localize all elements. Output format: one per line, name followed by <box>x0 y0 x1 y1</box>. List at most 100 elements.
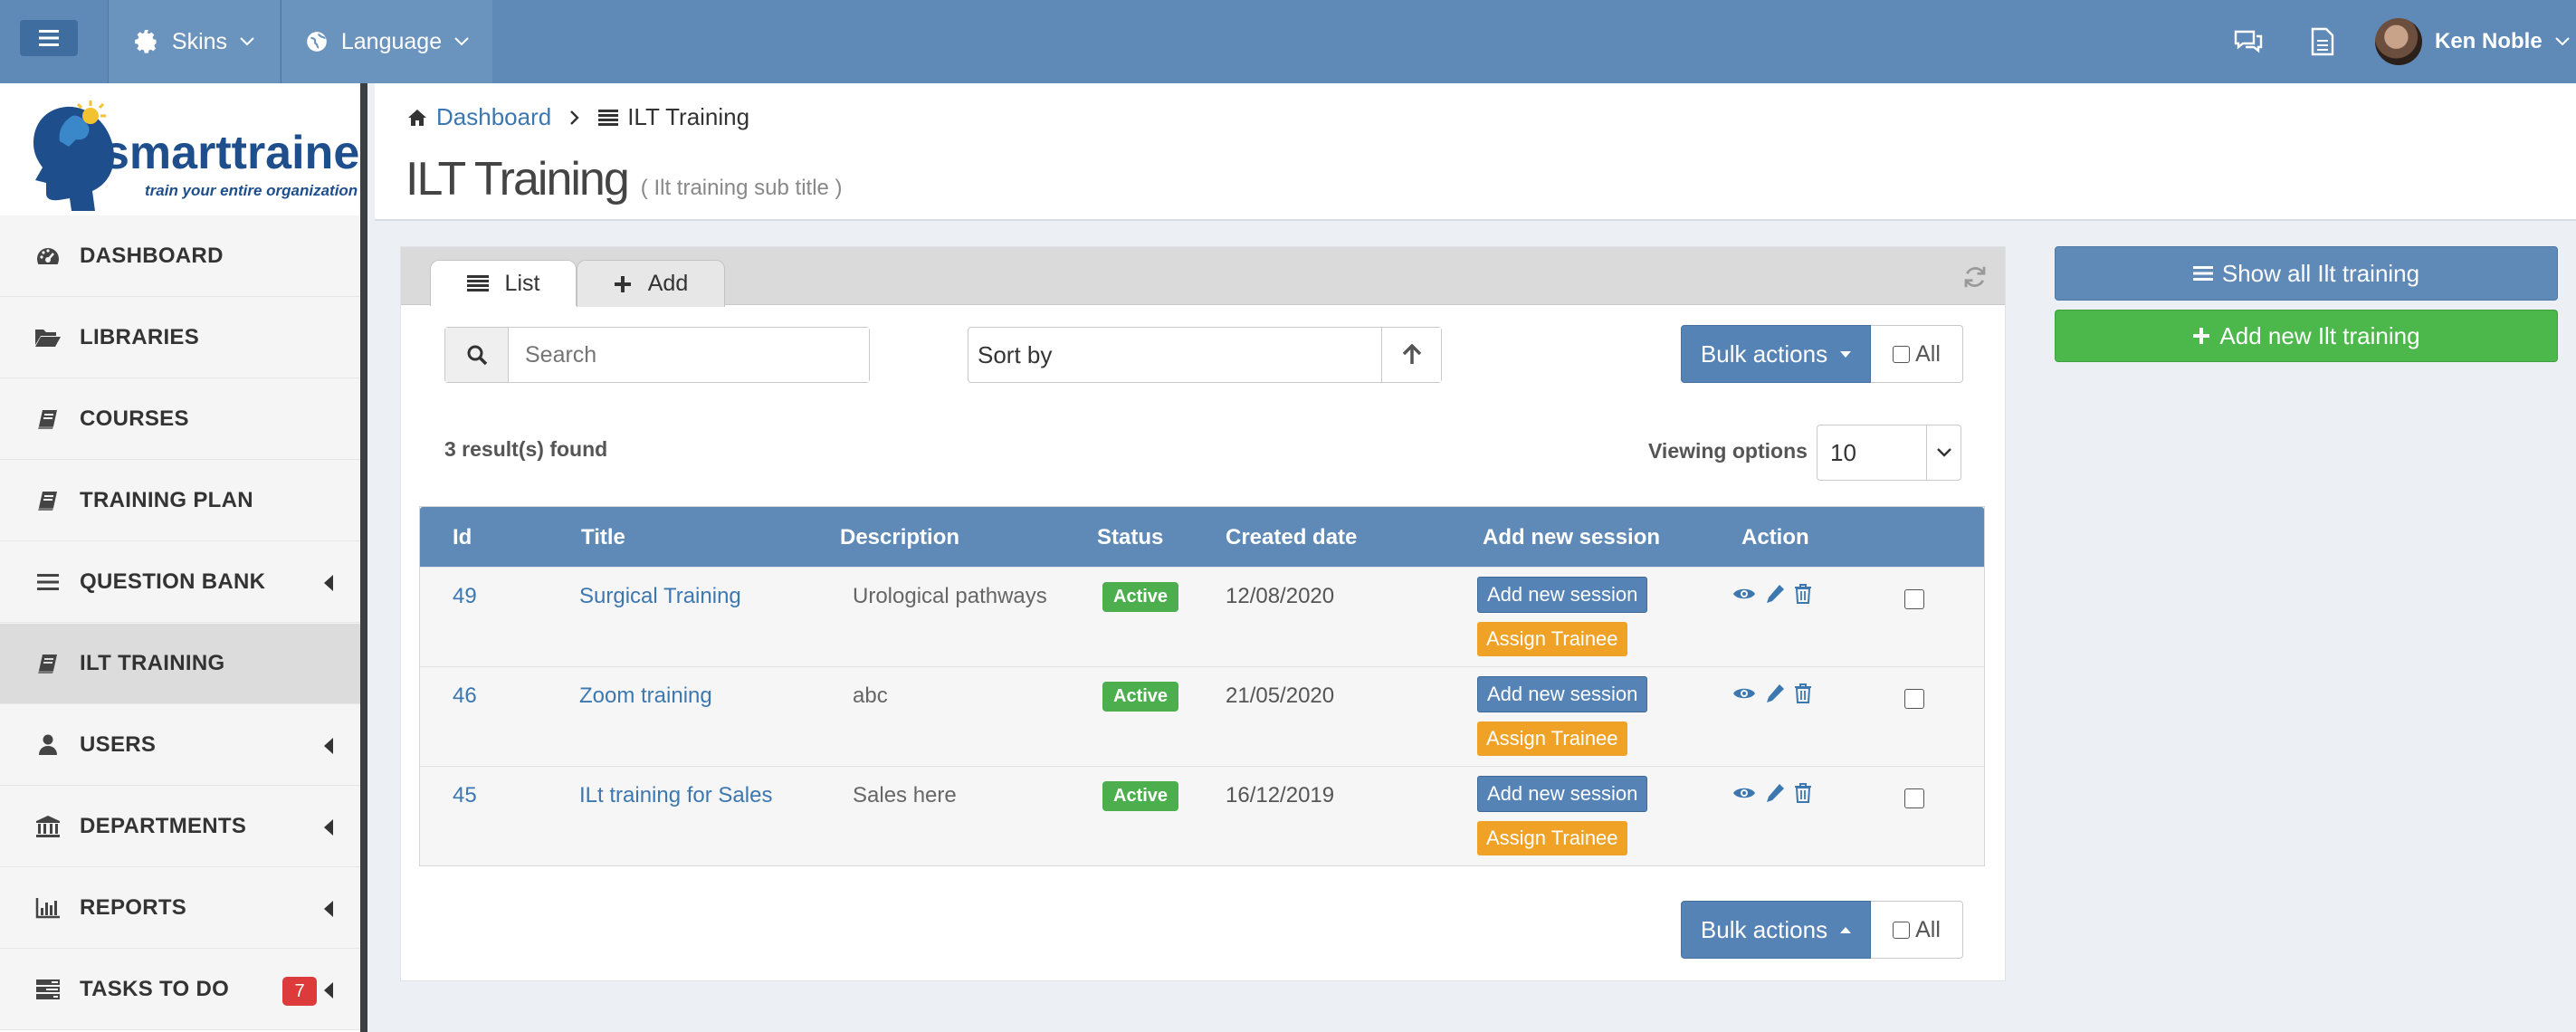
column-header-description: Description <box>840 525 960 549</box>
add-new-label: Add new Ilt training <box>2219 321 2420 349</box>
search-input[interactable] <box>509 328 869 382</box>
delete-trash-icon[interactable] <box>1794 584 1812 604</box>
row-id-link[interactable]: 46 <box>453 683 477 709</box>
page-subtitle: ( Ilt training sub title ) <box>640 176 843 200</box>
page-title: ILT Training ( Ilt training sub title ) <box>405 152 843 206</box>
skins-label: Skins <box>171 28 228 54</box>
sort-direction-button[interactable] <box>1381 328 1441 382</box>
book-icon <box>34 408 62 430</box>
book-icon <box>34 653 62 674</box>
refresh-button[interactable] <box>1961 263 1990 292</box>
row-select-checkbox[interactable] <box>1904 589 1924 609</box>
sidebar-item-ilt-training[interactable]: ILT TRAINING <box>0 623 360 704</box>
edit-pencil-icon[interactable] <box>1765 683 1785 703</box>
sidebar-item-training-plan[interactable]: TRAINING PLAN <box>0 460 360 541</box>
bulk-actions-top: Bulk actions All <box>1681 325 1963 383</box>
add-new-ilt-training-button[interactable]: Add new Ilt training <box>2055 310 2558 362</box>
tab-list[interactable]: List <box>430 260 577 306</box>
bulk-actions-button[interactable]: Bulk actions <box>1681 325 1871 383</box>
add-new-session-button[interactable]: Add new session <box>1477 676 1648 712</box>
sidebar-item-label: LIBRARIES <box>80 325 200 349</box>
row-title-link[interactable]: ILt training for Sales <box>579 783 772 808</box>
tab-add[interactable]: Add <box>577 260 725 307</box>
sidebar-toggle-button[interactable] <box>20 20 78 56</box>
per-page-dropdown-button[interactable] <box>1926 425 1961 480</box>
content-header: Dashboard ILT Training ILT Training ( Il… <box>375 83 2576 221</box>
plus-icon <box>2193 328 2210 344</box>
sidebar-item-label: TASKS TO DO <box>80 977 230 1001</box>
skins-menu[interactable]: Skins <box>108 0 280 83</box>
row-select-checkbox[interactable] <box>1904 689 1924 709</box>
add-new-session-button[interactable]: Add new session <box>1477 776 1648 812</box>
user-menu[interactable]: Ken Noble <box>2375 16 2570 67</box>
bulk-actions-button[interactable]: Bulk actions <box>1681 901 1871 959</box>
row-actions <box>1732 783 1812 803</box>
refresh-icon <box>1964 266 1986 288</box>
caret-up-icon <box>1840 926 1852 933</box>
user-name: Ken Noble <box>2435 29 2543 53</box>
row-description: Urological pathways <box>853 584 1047 608</box>
breadcrumb-current: ILT Training <box>627 103 750 130</box>
delete-trash-icon[interactable] <box>1794 683 1812 703</box>
add-new-session-button[interactable]: Add new session <box>1477 577 1648 613</box>
view-eye-icon[interactable] <box>1732 685 1756 702</box>
logo[interactable]: smarttrainer train your entire organizat… <box>16 96 377 214</box>
messages-button[interactable] <box>2227 20 2270 63</box>
search-button[interactable] <box>445 328 509 382</box>
list-icon <box>598 109 619 126</box>
sidebar-item-users[interactable]: USERS <box>0 704 360 786</box>
caret-left-icon <box>324 819 333 836</box>
bulk-actions-label: Bulk actions <box>1700 915 1828 943</box>
assign-trainee-button[interactable]: Assign Trainee <box>1477 622 1627 656</box>
row-title-link[interactable]: Zoom training <box>579 683 712 709</box>
sidebar-item-libraries[interactable]: LIBRARIES <box>0 297 360 378</box>
assign-trainee-button[interactable]: Assign Trainee <box>1477 721 1627 756</box>
sidebar-item-question-bank[interactable]: QUESTION BANK <box>0 541 360 623</box>
row-select-checkbox[interactable] <box>1904 788 1924 808</box>
view-eye-icon[interactable] <box>1732 586 1756 602</box>
row-id-link[interactable]: 45 <box>453 783 477 808</box>
globe-icon <box>307 32 327 52</box>
chevron-right-icon <box>570 110 579 125</box>
chevron-down-icon <box>240 37 254 46</box>
sidebar-item-tasks-to-do[interactable]: TASKS TO DO 7 <box>0 949 360 1030</box>
view-eye-icon[interactable] <box>1732 785 1756 801</box>
list-icon <box>2192 266 2213 281</box>
edit-pencil-icon[interactable] <box>1765 584 1785 604</box>
assign-trainee-button[interactable]: Assign Trainee <box>1477 821 1627 855</box>
chevron-down-icon <box>454 37 469 46</box>
delete-trash-icon[interactable] <box>1794 783 1812 803</box>
sidebar-item-label: QUESTION BANK <box>80 569 266 594</box>
select-all-toggle[interactable]: All <box>1871 325 1963 383</box>
table-row: 46 Zoom training abc Active 21/05/2020 A… <box>420 666 1984 766</box>
bank-icon <box>34 815 62 838</box>
sidebar-item-courses[interactable]: COURSES <box>0 378 360 460</box>
bar-chart-icon <box>34 897 62 919</box>
tab-add-label: Add <box>647 271 689 296</box>
sort-by-select[interactable]: Sort by <box>968 328 1381 382</box>
select-all-toggle[interactable]: All <box>1871 901 1963 959</box>
top-navbar: Skins Language Ken Noble <box>0 0 2576 83</box>
edit-pencil-icon[interactable] <box>1765 783 1785 803</box>
table-row: 49 Surgical Training Urological pathways… <box>420 567 1984 666</box>
sidebar-item-dashboard[interactable]: DASHBOARD <box>0 215 360 297</box>
language-menu[interactable]: Language <box>281 0 492 83</box>
column-header-created-date: Created date <box>1226 525 1358 549</box>
checkbox-icon <box>1893 921 1911 939</box>
language-label: Language <box>340 28 443 54</box>
sidebar-item-departments[interactable]: DEPARTMENTS <box>0 786 360 867</box>
per-page-select[interactable]: 10 <box>1817 425 1961 481</box>
tab-list-label: List <box>504 270 540 296</box>
checkbox-icon <box>1893 345 1911 363</box>
ilt-training-list-panel: List Add Sort by Bulk actions All 3 res <box>400 246 2006 981</box>
comments-icon <box>2234 30 2263 53</box>
sidebar-item-label: ILT TRAINING <box>80 651 225 675</box>
sidebar-item-reports[interactable]: REPORTS <box>0 867 360 949</box>
notes-button[interactable] <box>2301 20 2344 63</box>
show-all-ilt-training-button[interactable]: Show all Ilt training <box>2055 246 2558 301</box>
logo-text: smarttrainer <box>103 127 360 179</box>
breadcrumb-dashboard-link[interactable]: Dashboard <box>436 103 551 131</box>
row-title-link[interactable]: Surgical Training <box>579 584 741 609</box>
row-actions <box>1732 584 1812 604</box>
row-id-link[interactable]: 49 <box>453 584 477 609</box>
